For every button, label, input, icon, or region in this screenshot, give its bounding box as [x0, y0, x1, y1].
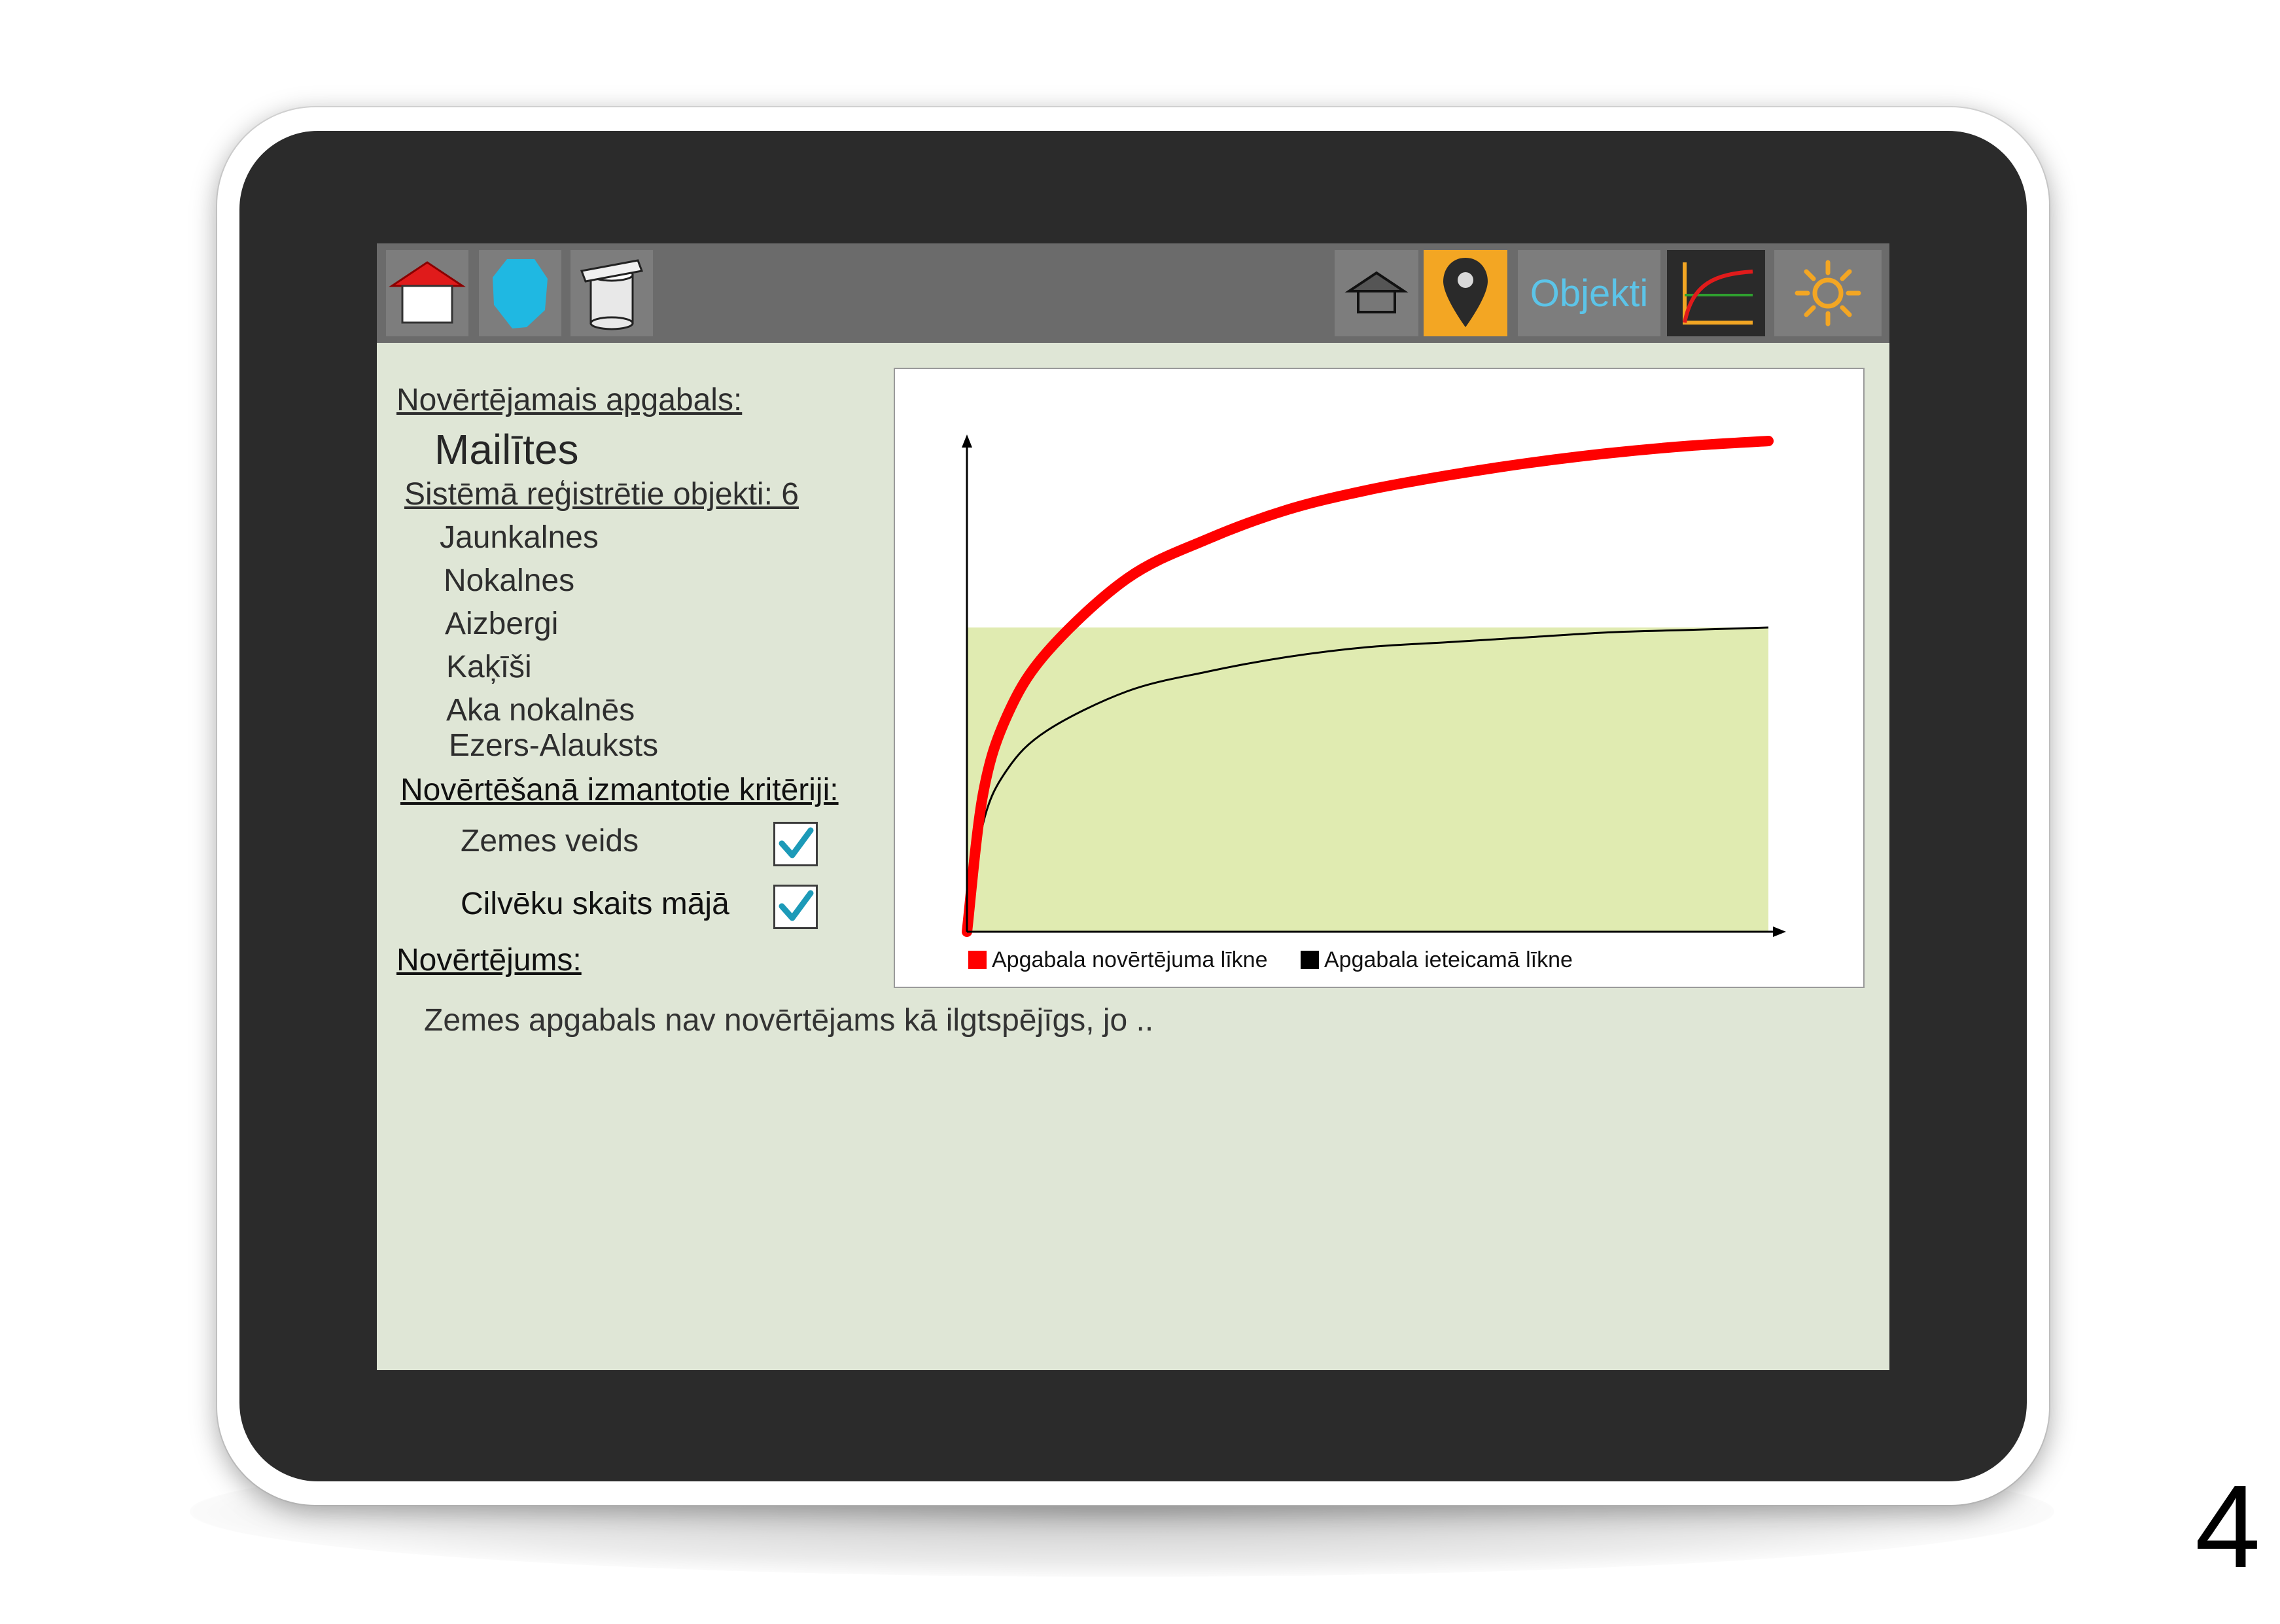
home-button[interactable]	[386, 250, 468, 336]
list-item[interactable]: Nokalnes	[444, 563, 574, 599]
chart-panel: Apgabala novērtējuma līkne Apgabala iete…	[894, 368, 1865, 988]
recommended-zone-fill	[967, 627, 1768, 932]
legend-label: Apgabala novērtējuma līkne	[992, 947, 1268, 972]
page-number: 4	[2195, 1461, 2261, 1593]
list-item[interactable]: Ezers-Alauksts	[449, 728, 658, 764]
chart-button[interactable]	[1667, 250, 1765, 336]
legend-label: Apgabala ieteicamā līkne	[1324, 947, 1573, 972]
list-item[interactable]: Kaķīši	[446, 649, 532, 685]
checkmark-icon	[779, 890, 814, 921]
area-button[interactable]	[479, 250, 561, 336]
criterion-checkbox-cilveku-skaits[interactable]	[773, 885, 818, 929]
criterion-label-cilveku-skaits: Cilvēku skaits mājā	[461, 887, 729, 921]
house-icon	[1344, 271, 1409, 313]
house-button[interactable]	[1335, 250, 1418, 336]
database-button[interactable]	[570, 250, 653, 336]
list-item[interactable]: Aka nokalnēs	[446, 692, 635, 728]
map-pin-button[interactable]	[1424, 250, 1507, 336]
database-icon	[580, 259, 644, 330]
list-item[interactable]: Jaunkalnes	[440, 520, 599, 556]
objekti-button[interactable]: Objekti	[1518, 250, 1660, 336]
settings-button[interactable]	[1774, 250, 1882, 336]
sun-icon	[1795, 260, 1861, 327]
toolbar: Objekti	[377, 243, 1889, 343]
map-pin-icon	[1443, 258, 1488, 327]
y-axis-arrow	[962, 434, 972, 448]
assessment-text: Zemes apgabals nav novērtējams kā ilgtsp…	[424, 1003, 1154, 1038]
list-item[interactable]: Aizbergi	[445, 606, 558, 642]
objekti-label: Objekti	[1530, 272, 1649, 315]
criteria-label: Novērtēšanā izmantotie kritēriji:	[400, 773, 839, 807]
criterion-checkbox-zemes-veids[interactable]	[773, 822, 818, 866]
region-name: Mailītes	[434, 426, 579, 473]
legend-swatch-red	[968, 951, 987, 969]
assessment-label: Novērtējums:	[396, 943, 582, 978]
legend-swatch-black	[1301, 951, 1319, 969]
blue-area-icon	[493, 259, 548, 328]
objects-label: Sistēmā reģistrētie objekti: 6	[404, 477, 799, 512]
legend-item-recommended: Apgabala ieteicamā līkne	[1301, 947, 1573, 973]
evaluation-chart	[962, 434, 1786, 937]
x-axis-arrow	[1773, 927, 1786, 937]
home-red-roof-icon	[389, 261, 466, 324]
app-screen: Objekti Novērtējamais apgabals: Mailītes…	[377, 243, 1889, 1370]
legend-item-evaluation: Apgabala novērtējuma līkne	[968, 947, 1268, 973]
checkmark-icon	[779, 827, 814, 858]
criterion-label-zemes-veids: Zemes veids	[461, 824, 639, 858]
chart-icon	[1683, 262, 1753, 325]
region-label: Novērtējamais apgabals:	[396, 383, 743, 417]
